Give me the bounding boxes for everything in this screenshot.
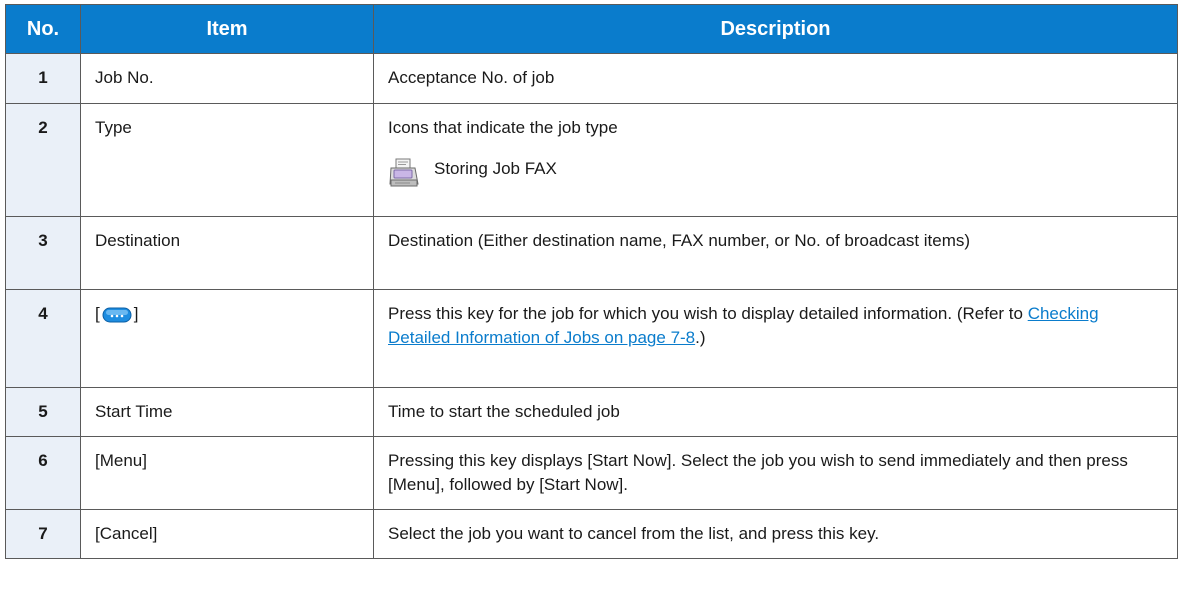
row-description: Destination (Either destination name, FA… (373, 216, 1178, 290)
bracket-close: ] (133, 304, 139, 323)
row-item: [Menu] (80, 436, 374, 510)
bracket-open: [ (95, 304, 100, 323)
table-row: 6 [Menu] Pressing this key displays [Sta… (5, 436, 1178, 510)
header-item: Item (80, 4, 374, 54)
row-description: Time to start the scheduled job (373, 387, 1178, 437)
row-item: Start Time (80, 387, 374, 437)
row-item: Type (80, 103, 374, 217)
ellipsis-key-icon (102, 307, 132, 323)
row-item: [ ] (80, 289, 374, 388)
row-item: [Cancel] (80, 509, 374, 559)
table-row: 5 Start Time Time to start the scheduled… (5, 387, 1178, 437)
row-item: Destination (80, 216, 374, 290)
row-number: 6 (5, 436, 81, 510)
row-description: Pressing this key displays [Start Now]. … (373, 436, 1178, 510)
table-row: 1 Job No. Acceptance No. of job (5, 53, 1178, 104)
table-row: 2 Type Icons that indicate the job type (5, 103, 1178, 217)
header-row: No. Item Description (5, 4, 1178, 54)
row-description: Acceptance No. of job (373, 53, 1178, 104)
row-description: Select the job you want to cancel from t… (373, 509, 1178, 559)
row-number: 5 (5, 387, 81, 437)
row-item: Job No. (80, 53, 374, 104)
job-details-table: No. Item Description 1 Job No. Acceptanc… (5, 4, 1178, 559)
table-row: 3 Destination Destination (Either destin… (5, 216, 1178, 290)
header-no: No. (5, 4, 81, 54)
row-number: 3 (5, 216, 81, 290)
row-number: 1 (5, 53, 81, 104)
fax-machine-icon (389, 158, 419, 187)
table-row: 7 [Cancel] Select the job you want to ca… (5, 509, 1178, 559)
row-number: 2 (5, 103, 81, 217)
table-row: 4 [ ] Press this key for the job for whi… (5, 289, 1178, 388)
type-intro-text: Icons that indicate the job type (388, 118, 618, 137)
icon-label: Storing Job FAX (434, 159, 557, 178)
row-number: 4 (5, 289, 81, 388)
row-description: Icons that indicate the job type Storing… (373, 103, 1178, 217)
row-description: Press this key for the job for which you… (373, 289, 1178, 388)
header-description: Description (373, 4, 1178, 54)
row-number: 7 (5, 509, 81, 559)
